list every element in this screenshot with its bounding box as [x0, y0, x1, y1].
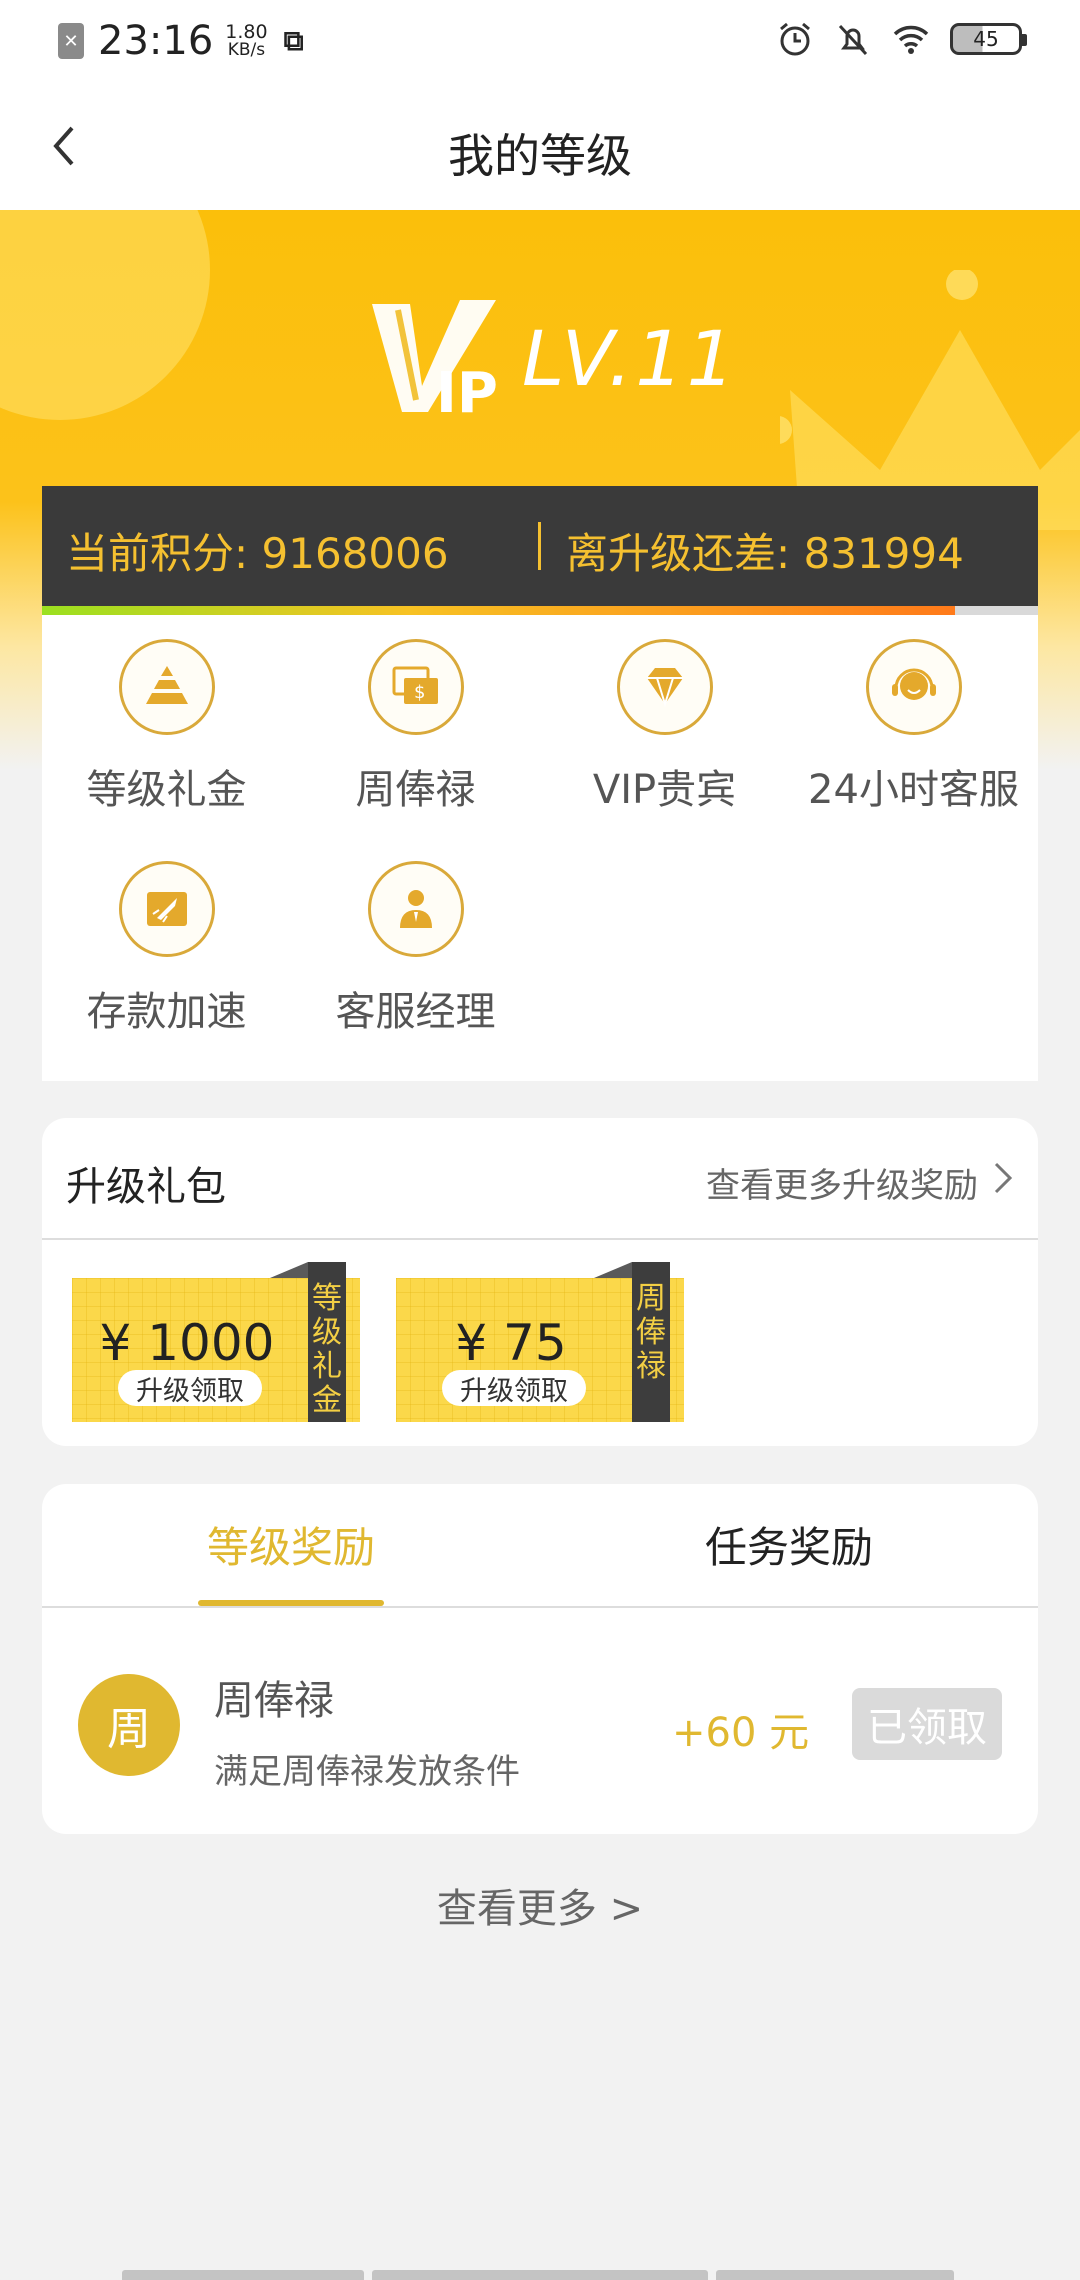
page-title: 我的等级 [448, 129, 632, 183]
svg-text:$: $ [414, 682, 425, 703]
coupon-ribbon: 周俸禄 [594, 1262, 670, 1422]
coupon-weekly-salary[interactable]: ¥ 75 升级领取 周俸禄 [396, 1262, 684, 1422]
benefit-vip-guest[interactable]: VIP贵宾 [540, 615, 789, 813]
benefit-label: 客服经理 [335, 989, 496, 1035]
coupon-amount: ¥ 1000 [99, 1314, 275, 1372]
benefit-label: VIP贵宾 [592, 767, 737, 813]
title-bar: 我的等级 [0, 86, 1080, 210]
network-speed-unit: KB/s [227, 40, 266, 60]
tab-task-rewards[interactable]: 任务奖励 [540, 1514, 1038, 1575]
divider [42, 1238, 1038, 1240]
reward-avatar: 周 [78, 1674, 180, 1776]
reward-amount: +60 元 [672, 1710, 810, 1756]
claimed-button[interactable]: 已领取 [852, 1688, 1002, 1760]
rocket-icon [118, 861, 215, 957]
battery-level: 45 [973, 27, 999, 51]
benefits-grid: 等级礼金 $ 周俸禄 VIP贵宾 24小时客服 存款加速 客服经理 [42, 615, 1038, 1081]
benefit-24h-service[interactable]: 24小时客服 [789, 615, 1038, 813]
coupon-claim-button[interactable]: 升级领取 [118, 1370, 262, 1407]
reward-name: 周俸禄 [214, 1678, 334, 1724]
salary-envelope-icon: $ [367, 639, 464, 735]
svg-text:IP: IP [436, 361, 498, 420]
status-bar: ✕ 23:16 1.80 KB/s ⧉ 45 [0, 0, 1080, 86]
upgrade-package-title: 升级礼包 [66, 1164, 226, 1210]
rewards-card: 等级奖励 任务奖励 周 周俸禄 满足周俸禄发放条件 +60 元 已领取 [42, 1484, 1038, 1834]
benefit-weekly-salary[interactable]: $ 周俸禄 [291, 615, 540, 813]
upgrade-package-card: 升级礼包 查看更多升级奖励 ¥ 1000 升级领取 等级礼金 ¥ 75 升级领取… [42, 1118, 1038, 1446]
tab-level-rewards[interactable]: 等级奖励 [42, 1514, 540, 1575]
benefit-label: 24小时客服 [808, 767, 1019, 813]
level-progress-fill [42, 606, 956, 615]
points-bar: 当前积分: 9168006 离升级还差: 831994 [42, 486, 1038, 606]
diamond-icon [616, 639, 713, 735]
points-divider [538, 522, 541, 570]
benefit-label: 等级礼金 [86, 767, 247, 813]
vip-level: LV.11 [522, 314, 738, 403]
battery-icon: 45 [950, 23, 1027, 55]
screenshot-icon: ⧉ [283, 24, 304, 57]
headset-agent-icon [865, 639, 962, 735]
benefit-level-gift[interactable]: 等级礼金 [42, 615, 291, 813]
benefit-label: 周俸禄 [355, 767, 476, 813]
bottom-tab-stub [716, 2270, 954, 2280]
benefit-account-manager[interactable]: 客服经理 [291, 837, 540, 1035]
manager-icon [367, 861, 464, 957]
network-speed: 1.80 KB/s [225, 21, 268, 60]
reward-description: 满足周俸禄发放条件 [214, 1752, 520, 1792]
chevron-right-icon[interactable] [990, 1160, 1016, 1196]
wifi-icon [893, 25, 929, 54]
current-points: 当前积分: 9168006 [66, 529, 449, 578]
benefit-deposit-boost[interactable]: 存款加速 [42, 837, 291, 1035]
bottom-tab-stub [122, 2270, 364, 2280]
pyramid-icon [118, 639, 215, 735]
points-to-upgrade: 离升级还差: 831994 [566, 529, 964, 578]
level-progress-bar [42, 606, 1038, 615]
bottom-tab-stub [372, 2270, 708, 2280]
active-tab-indicator [198, 1600, 384, 1606]
mute-bell-icon [838, 24, 868, 56]
coupon-ribbon: 等级礼金 [270, 1262, 346, 1422]
see-more-link[interactable]: 查看更多 > [0, 1876, 1080, 1934]
more-upgrade-rewards-link[interactable]: 查看更多升级奖励 [706, 1158, 978, 1207]
status-time: 23:16 [98, 18, 214, 64]
benefit-label: 存款加速 [86, 989, 247, 1035]
coupon-level-gift[interactable]: ¥ 1000 升级领取 等级礼金 [72, 1262, 360, 1422]
coupon-amount: ¥ 75 [455, 1314, 567, 1372]
alarm-icon [780, 22, 810, 56]
network-speed-value: 1.80 [225, 21, 268, 43]
decor-circle [0, 210, 210, 420]
divider [42, 1606, 1038, 1608]
coupon-claim-button[interactable]: 升级领取 [442, 1370, 586, 1407]
notification-close-icon: ✕ [58, 23, 84, 59]
vip-logo: IP [372, 300, 498, 420]
